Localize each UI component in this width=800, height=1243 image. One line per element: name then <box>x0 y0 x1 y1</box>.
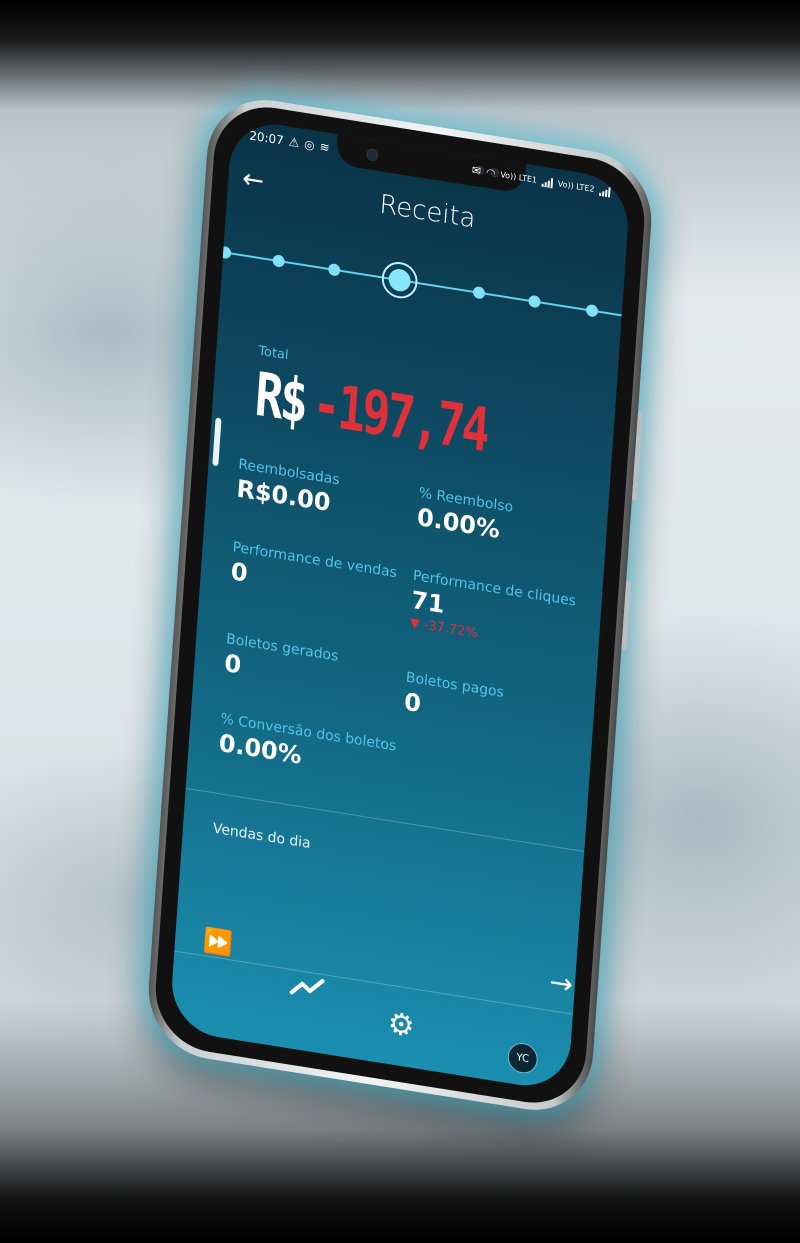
metric-perf-cliques: Performance de cliques 71 ▼ -37.72% <box>409 568 576 657</box>
timeline-point[interactable] <box>528 294 541 309</box>
metric-perf-vendas: Performance de vendas 0 <box>230 539 397 611</box>
timeline-point[interactable] <box>272 254 286 268</box>
timeline-point[interactable] <box>585 303 599 318</box>
total-summary: Total R$-197,74 <box>253 344 556 478</box>
timeline-point[interactable] <box>327 262 341 277</box>
wifi-icon: ◠ <box>485 165 496 181</box>
app-screen: 20:07 ⚠ ◎ ≋ ✉ ◠ Vo)) LTE1 Vo)) LTE2 ← Re… <box>168 117 632 1093</box>
sim2-label: Vo)) LTE2 <box>557 179 595 194</box>
signal-icon <box>541 176 554 188</box>
signal-icon <box>599 185 611 197</box>
drawer-handle[interactable] <box>212 417 222 467</box>
avatar[interactable]: YC <box>506 1040 539 1076</box>
currency-symbol: R$ <box>252 359 308 438</box>
status-time: 20:07 <box>248 128 285 148</box>
metric-boletos-pagos: Boletos pagos 0 <box>403 670 504 731</box>
notification-icon: ✉ <box>471 163 482 178</box>
section-divider <box>185 787 585 853</box>
metric-pct-reembolso: % Reembolso 0.00% <box>416 485 513 546</box>
metric-reembolsadas: Reembolsadas R$0.00 <box>236 456 340 518</box>
metric-boletos-gerados: Boletos gerados 0 <box>224 631 339 695</box>
vendas-do-dia-label: Vendas do dia <box>212 820 312 852</box>
sim1-label: Vo)) LTE1 <box>500 170 538 185</box>
phone-frame: 20:07 ⚠ ◎ ≋ ✉ ◠ Vo)) LTE1 Vo)) LTE2 ← Re… <box>144 90 656 1120</box>
trend-line-icon[interactable] <box>289 972 325 1005</box>
double-chevron-icon[interactable]: ⏩ <box>202 926 234 959</box>
warning-icon: ⚠ <box>288 134 300 151</box>
phone-bezel: 20:07 ⚠ ◎ ≋ ✉ ◠ Vo)) LTE1 Vo)) LTE2 ← Re… <box>151 99 649 1111</box>
gear-icon[interactable]: ⚙ <box>387 1006 416 1045</box>
timeline-point[interactable] <box>472 285 486 300</box>
sync-icon: ≋ <box>319 139 331 156</box>
timeline-point-selected[interactable] <box>380 259 419 301</box>
metric-conversao-boletos: % Conversão dos boletos 0.00% <box>218 711 397 785</box>
whatsapp-icon: ◎ <box>303 137 316 153</box>
timeline-point[interactable] <box>218 245 232 260</box>
